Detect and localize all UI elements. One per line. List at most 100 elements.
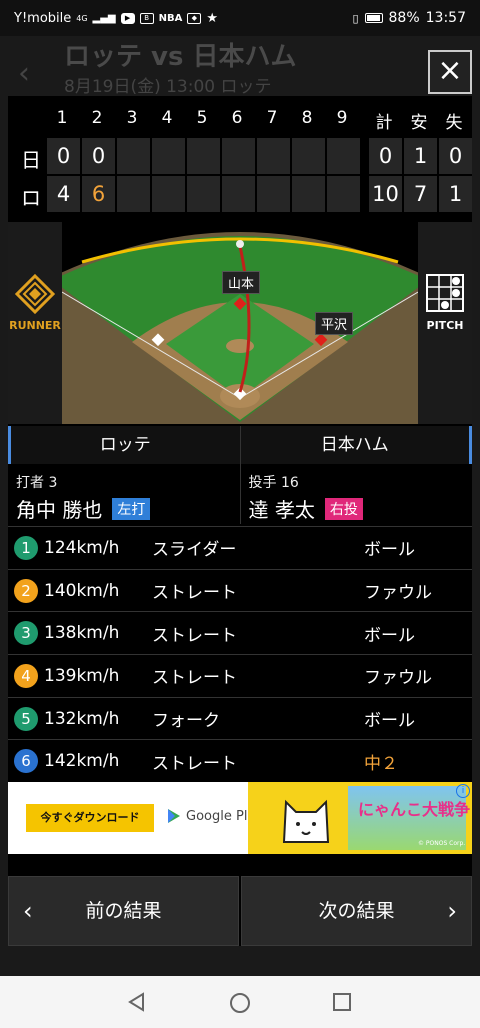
pitch-result: ファウル (364, 583, 432, 604)
score-cell (222, 138, 255, 174)
pitch-number-badge: 5 (14, 706, 38, 731)
inning-header: 8 (301, 108, 313, 128)
pitch-speed: 138km/h (44, 623, 120, 644)
ad-info-icon[interactable]: i (456, 784, 470, 798)
app2-icon: ◆ (187, 12, 202, 24)
pitch-list: 1 124km/h スライダー ボール 2 140km/h ストレート ファウル 3 138km/… (8, 526, 472, 782)
tab-nipponham[interactable]: 日本ハム (240, 426, 472, 464)
carrier-label: Y!mobile (14, 10, 72, 26)
score-cell (257, 176, 290, 212)
total-cell: 10 (369, 176, 402, 212)
nba-label: NBA (158, 12, 183, 24)
tab-lotte[interactable]: ロッテ (8, 426, 241, 464)
score-cell: 6 (82, 176, 115, 212)
pitch-speed: 140km/h (44, 580, 120, 601)
ad-download-button[interactable]: 今すぐダウンロード (26, 804, 154, 832)
inning-header: 7 (266, 108, 278, 128)
app-icon: B (139, 12, 154, 24)
inning-header: 4 (161, 108, 173, 128)
prev-result-label: 前の結果 (85, 900, 162, 922)
prev-result-button[interactable]: ‹ 前の結果 (8, 876, 239, 946)
next-result-label: 次の結果 (318, 900, 395, 922)
result-modal: 1 2 3 4 5 6 7 8 9 計安失日 0 0 0 1 0 ロ 4 6 10 7 1 RUNNER (8, 96, 472, 946)
runner-button[interactable]: RUNNER (8, 222, 62, 424)
pitch-result: 中２ (364, 753, 398, 774)
total-cell: 0 (369, 138, 402, 174)
close-button[interactable]: × (428, 50, 472, 94)
score-cell (292, 176, 325, 212)
pitch-result: ボール (364, 625, 415, 646)
recents-icon[interactable] (332, 992, 352, 1012)
pitcher-panel: 投手 16 達 孝太 右投 (241, 464, 473, 524)
pitch-number-badge: 6 (14, 749, 38, 774)
runner-icon (15, 274, 55, 314)
star-icon: ★ (206, 10, 219, 26)
pitch-number-badge: 3 (14, 621, 38, 646)
pitch-number-badge: 4 (14, 663, 38, 688)
totals-header: 失 (445, 113, 463, 133)
battery-text: 88% (388, 10, 420, 26)
score-cell (292, 138, 325, 174)
score-cell (117, 176, 150, 212)
pitch-type: ストレート (152, 668, 237, 689)
battery-icon (364, 13, 383, 23)
ad-banner[interactable]: 今すぐダウンロード Google Play にゃんこ大戦争 © PONOS Co… (8, 782, 472, 854)
runner-tag-second: 山本 (222, 271, 261, 294)
score-cell (152, 176, 185, 212)
pitch-speed: 139km/h (44, 665, 120, 686)
runner-label: RUNNER (9, 319, 61, 332)
vibrate-icon: ▯ (352, 11, 359, 25)
total-cell: 1 (404, 138, 437, 174)
total-cell: 0 (439, 138, 472, 174)
batter-panel: 打者 3 角中 勝也 左打 (8, 464, 241, 524)
status-bar: Y!mobile 4G ▂▄▆ ▶ B NBA ◆ ★ ▯ 88% 13:57 (0, 0, 480, 36)
inning-header: 9 (336, 108, 348, 128)
matchup: 打者 3 角中 勝也 左打 投手 16 達 孝太 右投 (8, 464, 472, 524)
home-icon[interactable] (229, 992, 251, 1014)
chevron-left-icon: ‹ (23, 897, 33, 925)
next-result-button[interactable]: 次の結果 › (241, 876, 472, 946)
batter-name: 角中 勝也 (16, 498, 103, 522)
score-cell: 4 (47, 176, 80, 212)
network-label: 4G (76, 13, 88, 23)
score-cell (187, 176, 220, 212)
score-cell (117, 138, 150, 174)
page-subtitle: 8月19日(金) 13:00 ロッテ (64, 77, 272, 97)
total-cell: 7 (404, 176, 437, 212)
pitcher-role: 投手 16 (248, 475, 299, 491)
inning-header: 2 (91, 108, 103, 128)
pitch-row: 6 142km/h ストレート 中２ (8, 739, 472, 782)
chevron-right-icon: › (447, 897, 457, 925)
batter-role: 打者 3 (16, 475, 58, 491)
totals-header: 計 (375, 113, 393, 133)
back-icon[interactable] (127, 992, 147, 1012)
batter-hand-badge: 左打 (112, 497, 151, 520)
cat-icon (282, 799, 330, 843)
pitch-type: フォーク (152, 711, 220, 732)
ad-copyright: © PONOS Corp. (418, 840, 466, 847)
pitch-speed: 124km/h (44, 537, 120, 558)
inning-header: 3 (126, 108, 138, 128)
pitch-label: PITCH (426, 319, 464, 332)
pitch-type: スライダー (152, 540, 237, 561)
baseball-field (62, 232, 418, 424)
pitch-type: ストレート (152, 625, 237, 646)
field-panel: RUNNER 山本 平沢 PITCH (8, 222, 472, 424)
result-navigation: ‹ 前の結果 次の結果 › (8, 876, 472, 946)
signal-icon: ▂▄▆ (92, 12, 116, 24)
inning-header: 5 (196, 108, 208, 128)
inning-header: 6 (231, 108, 243, 128)
pitch-result: ボール (364, 540, 415, 561)
google-play-icon (168, 809, 180, 823)
score-cell (257, 138, 290, 174)
score-cell (327, 176, 360, 212)
pitch-row: 1 124km/h スライダー ボール (8, 526, 472, 569)
pitch-row: 2 140km/h ストレート ファウル (8, 568, 472, 612)
score-cell (327, 138, 360, 174)
score-cell: 0 (82, 138, 115, 174)
totals-header: 安 (410, 113, 428, 133)
score-cell: 0 (47, 138, 80, 174)
pitch-number-badge: 2 (14, 578, 38, 603)
pitch-button[interactable]: PITCH (418, 222, 472, 424)
team-abbrev: ロ (21, 186, 41, 210)
